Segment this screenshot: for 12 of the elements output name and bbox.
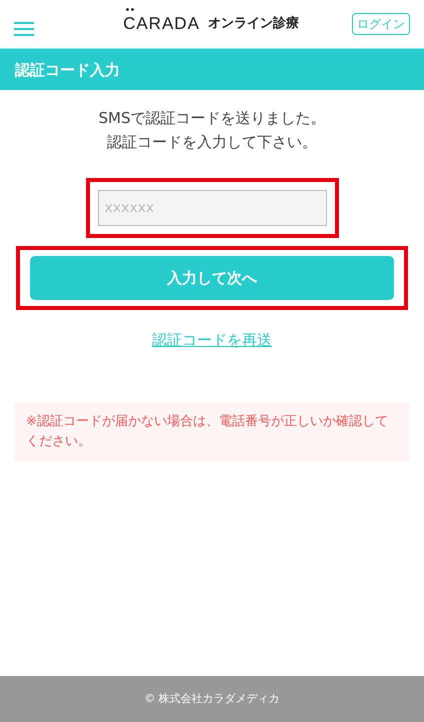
submit-button[interactable]: 入力して次へ — [30, 256, 394, 300]
logo-text: CARADA — [123, 11, 200, 37]
login-button[interactable]: ログイン — [352, 13, 410, 35]
page-title: 認証コード入力 — [0, 48, 424, 90]
logo-dots-icon — [126, 8, 134, 12]
resend-link[interactable]: 認証コードを再送 — [152, 331, 272, 349]
message-text: SMSで認証コードを送りました。 — [98, 108, 326, 129]
notice-text: ※認証コードが届かない場合は、電話番号が正しいか確認してください。 — [14, 402, 410, 462]
message-text: 認証コードを入力して下さい。 — [106, 132, 318, 153]
code-input-field[interactable]: xxxxxx — [98, 190, 326, 226]
logo-subtitle: オンライン診療 — [208, 14, 299, 34]
footer-text: © 株式会社カラダメディカ — [0, 676, 424, 722]
